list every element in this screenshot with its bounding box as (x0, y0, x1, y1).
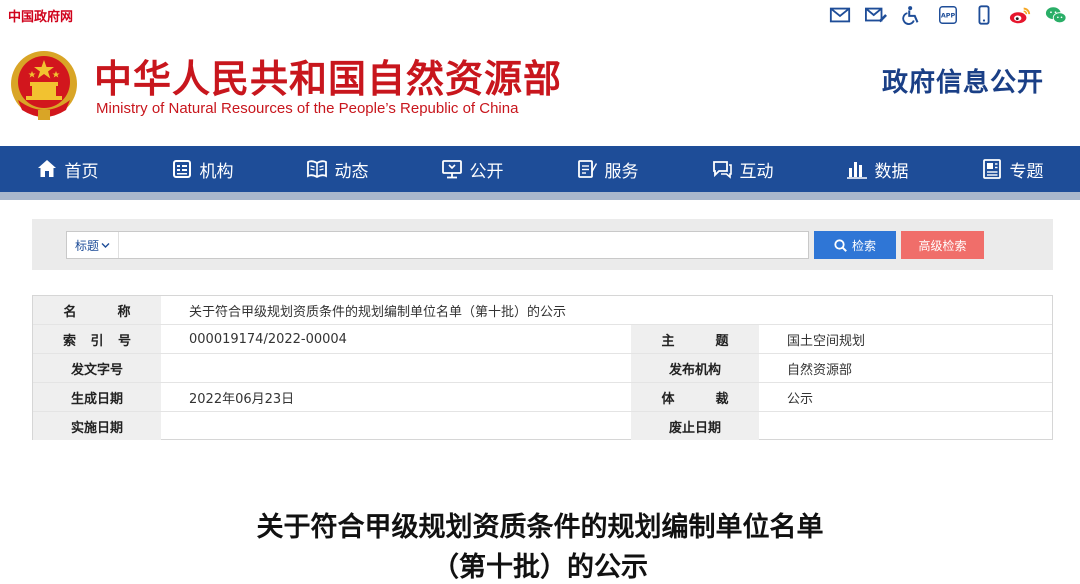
nav-item-label: 首页 (64, 161, 99, 182)
chevron-down-icon (101, 242, 110, 248)
subject-value: 国土空间规划 (787, 333, 866, 349)
name-label: 名 称 (33, 296, 161, 324)
topic-icon (982, 159, 1001, 179)
search-bar: 标题 检索 高级检索 (32, 219, 1053, 270)
table-row: 名 称 关于符合甲级规划资质条件的规划编制单位名单（第十批）的公示 (33, 296, 1052, 325)
search-input[interactable] (121, 232, 807, 258)
national-emblem-icon (11, 51, 77, 120)
nav-item-topic[interactable]: 专题 (945, 146, 1080, 192)
weibo-icon[interactable] (1008, 4, 1032, 26)
mail-icon[interactable] (828, 4, 852, 26)
app-icon[interactable]: APP (936, 4, 960, 26)
publisher-value: 自然资源部 (787, 362, 853, 378)
article-title: 关于符合甲级规划资质条件的规划编制单位名单 （第十批）的公示 (0, 508, 1080, 584)
gov-portal-link[interactable]: 中国政府网 (8, 6, 73, 25)
created-date-value: 2022年06月23日 (189, 391, 295, 407)
created-date-label: 生成日期 (33, 383, 161, 411)
table-row: 生成日期 2022年06月23日 体 裁 公示 (33, 383, 1052, 412)
table-row: 实施日期 废止日期 (33, 412, 1052, 441)
subject-label: 主 题 (631, 325, 759, 353)
wechat-icon[interactable] (1044, 4, 1068, 26)
mail-edit-icon[interactable] (864, 4, 888, 26)
article-title-line1: 关于符合甲级规划资质条件的规划编制单位名单 (256, 512, 824, 543)
effective-date-value (189, 412, 629, 440)
index-label: 索 引 号 (33, 325, 161, 353)
effective-date-label: 实施日期 (33, 412, 161, 440)
nav-item-label: 数据 (874, 161, 909, 182)
nav-item-data[interactable]: 数据 (810, 146, 945, 192)
data-icon (846, 162, 867, 179)
mobile-icon[interactable] (972, 4, 996, 26)
nav-item-disclosure[interactable]: 公开 (405, 146, 540, 192)
document-info-table: 名 称 关于符合甲级规划资质条件的规划编制单位名单（第十批）的公示 索 引 号 … (32, 295, 1053, 440)
svg-text:APP: APP (941, 12, 956, 20)
nav-item-label: 服务 (604, 161, 639, 182)
name-value: 关于符合甲级规划资质条件的规划编制单位名单（第十批）的公示 (189, 304, 567, 320)
doc-number-label: 发文字号 (33, 354, 161, 382)
abolished-date-value (787, 412, 1047, 440)
search-box: 标题 (66, 231, 809, 259)
search-type-select[interactable]: 标题 (67, 232, 119, 258)
ministry-name-cn: 中华人民共和国自然资源部 (94, 56, 563, 101)
search-type-label: 标题 (74, 238, 99, 253)
main-nav: 首页 机构 动态 公开 服务 互动 数据 专题 (0, 146, 1080, 192)
search-button-label: 检索 (851, 238, 876, 253)
nav-item-organization[interactable]: 机构 (135, 146, 270, 192)
top-bar: 中国政府网 APP (0, 0, 1080, 30)
nav-divider (0, 192, 1080, 200)
search-button[interactable]: 检索 (814, 231, 896, 259)
index-value: 000019174/2022-00004 (189, 331, 347, 347)
accessibility-icon[interactable] (900, 4, 924, 26)
nav-item-interaction[interactable]: 互动 (675, 146, 810, 192)
publisher-label: 发布机构 (631, 354, 759, 382)
nav-item-home[interactable]: 首页 (0, 146, 135, 192)
nav-item-news[interactable]: 动态 (270, 146, 405, 192)
table-row: 索 引 号 000019174/2022-00004 主 题 国土空间规划 (33, 325, 1052, 354)
home-icon (37, 160, 56, 177)
site-header: 中华人民共和国自然资源部 Ministry of Natural Resourc… (0, 30, 1080, 146)
table-row: 发文字号 发布机构 自然资源部 (33, 354, 1052, 383)
nav-item-label: 专题 (1009, 161, 1044, 182)
search-icon (834, 238, 847, 252)
top-icon-group: APP (828, 4, 1068, 26)
article-title-line2: （第十批）的公示 (432, 552, 648, 583)
advanced-search-button[interactable]: 高级检索 (901, 231, 984, 259)
ministry-name-en: Ministry of Natural Resources of the Peo… (96, 100, 519, 117)
nav-item-label: 互动 (739, 161, 774, 182)
interaction-icon (712, 161, 732, 179)
disclosure-icon (441, 160, 462, 179)
genre-label: 体 裁 (631, 383, 759, 411)
service-icon (577, 160, 597, 178)
news-icon (306, 160, 327, 179)
nav-item-label: 公开 (469, 161, 504, 182)
abolished-date-label: 废止日期 (631, 412, 759, 440)
genre-value: 公示 (787, 391, 814, 407)
doc-number-value (189, 354, 629, 382)
nav-item-label: 动态 (334, 161, 369, 182)
organization-icon (172, 160, 191, 178)
gov-info-disclosure-title: 政府信息公开 (881, 68, 1044, 98)
nav-item-service[interactable]: 服务 (540, 146, 675, 192)
nav-item-label: 机构 (199, 161, 234, 182)
